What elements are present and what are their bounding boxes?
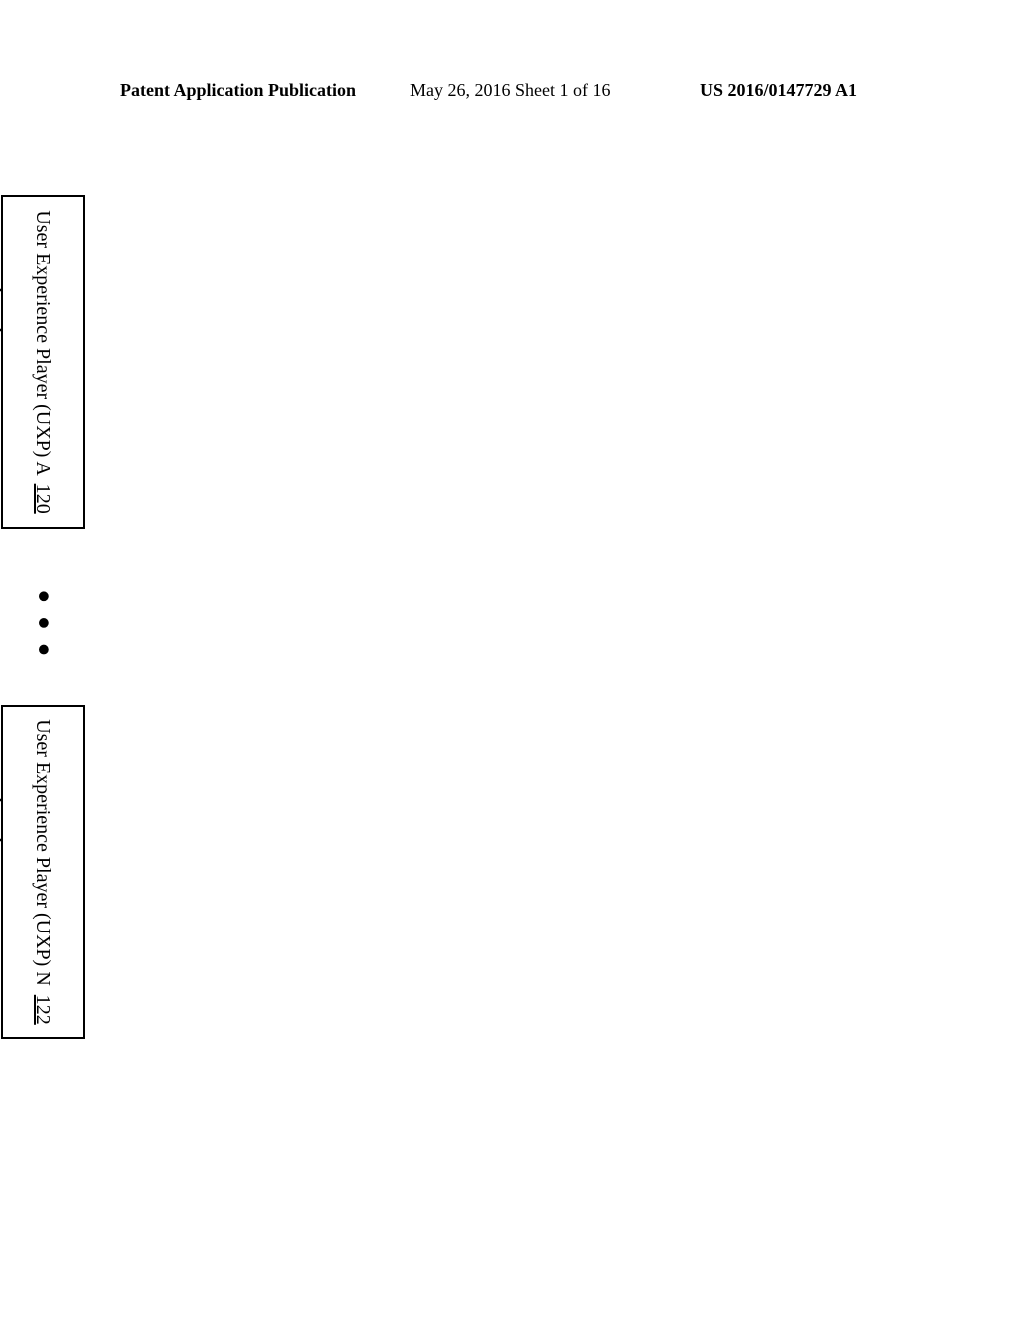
header-left: Patent Application Publication bbox=[120, 80, 356, 101]
diagram: User Experience Player (UXP) A 120 ••• U… bbox=[0, 190, 90, 1205]
uxp-n-ref: 122 bbox=[33, 995, 55, 1025]
diagram-rotated-container: User Experience Player (UXP) A 120 ••• U… bbox=[0, 190, 90, 920]
uxp-a-label: User Experience Player (UXP) A 120 bbox=[32, 210, 55, 513]
uxp-a-ref: 120 bbox=[33, 484, 55, 514]
header-center: May 26, 2016 Sheet 1 of 16 bbox=[410, 80, 610, 101]
ellipsis-icon: ••• bbox=[23, 590, 65, 670]
uxp-n-box: User Experience Player (UXP) N 122 bbox=[1, 705, 85, 1039]
header-right: US 2016/0147729 A1 bbox=[700, 80, 857, 101]
page: Patent Application Publication May 26, 2… bbox=[0, 0, 1024, 1320]
uxp-a-box: User Experience Player (UXP) A 120 bbox=[1, 195, 85, 529]
uxp-n-label: User Experience Player (UXP) N 122 bbox=[32, 719, 55, 1025]
